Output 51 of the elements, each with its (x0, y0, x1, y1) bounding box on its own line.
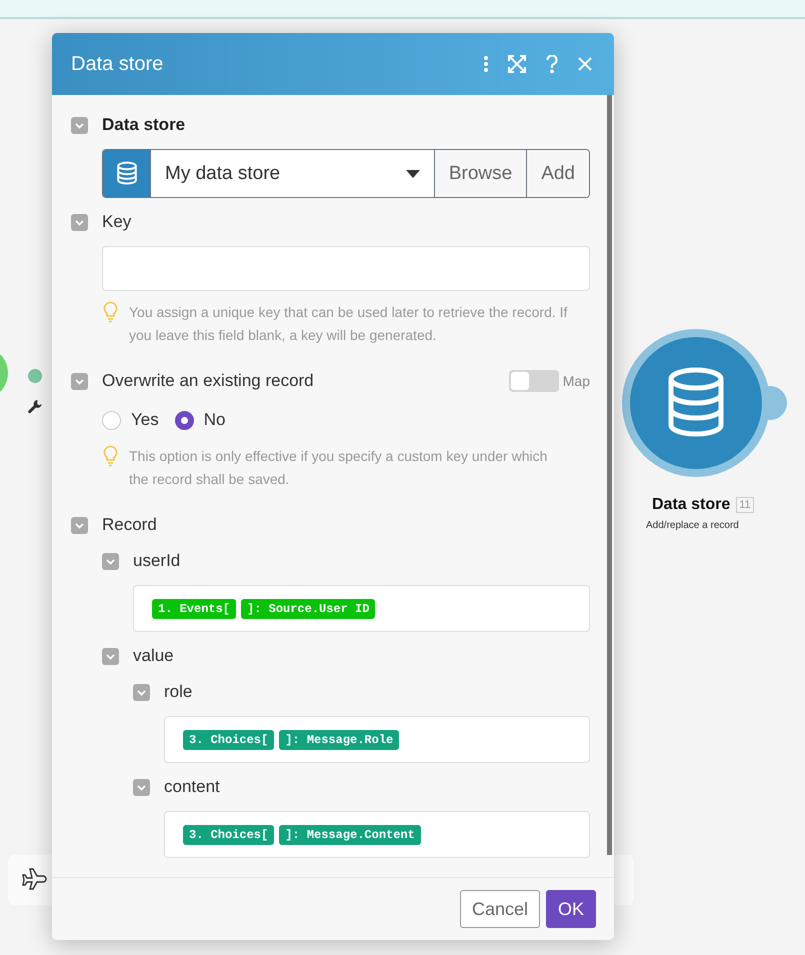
collapse-toggle[interactable] (102, 648, 119, 664)
collapse-toggle[interactable] (71, 372, 88, 390)
collapse-toggle[interactable] (133, 684, 150, 700)
field-label: Key (102, 212, 132, 232)
radio-option[interactable]: No (174, 410, 226, 430)
field-label: Record (102, 515, 157, 535)
mapped-value-pill: 3. Choices[ (183, 824, 274, 844)
database-icon (116, 161, 138, 186)
select-action-button[interactable]: Add (526, 150, 589, 197)
help-icon[interactable] (546, 55, 558, 73)
mapped-value-pill: ]: Message.Content (279, 824, 421, 844)
more-options-icon[interactable] (484, 56, 488, 72)
cancel-button[interactable]: Cancel (460, 890, 540, 928)
module-id-badge: 11 (736, 497, 754, 513)
module-title: Data store (652, 496, 730, 514)
mapped-value-pill: ]: Source.User ID (241, 598, 376, 618)
key-input[interactable] (102, 246, 590, 291)
map-toggle[interactable] (508, 370, 559, 392)
field-label: value (133, 646, 174, 666)
module-subtitle: Add/replace a record (646, 520, 739, 531)
select-action-button[interactable]: Browse (434, 150, 526, 197)
mapped-value-pill: 3. Choices[ (183, 730, 274, 750)
radio-option[interactable]: Yes (102, 410, 159, 430)
collapse-toggle[interactable] (71, 116, 88, 134)
connection-dot[interactable] (28, 369, 42, 383)
lightbulb-icon (102, 445, 119, 467)
hint-text: You assign a unique key that can be used later to retrieve the record. If you leave this field blank, a key will be generated. (129, 303, 568, 345)
mapping-field[interactable]: 3. Choices[ ]: Message.Role (164, 716, 590, 763)
expand-icon[interactable] (508, 55, 526, 73)
mapped-value-pill: ]: Message.Role (279, 730, 400, 750)
field-label: role (164, 682, 192, 702)
collapse-toggle[interactable] (102, 552, 119, 570)
field-label: Data store (102, 115, 186, 135)
field-label: userId (133, 551, 180, 571)
wrench-icon[interactable] (27, 399, 43, 415)
hint-text: This option is only effective if you specify a custom key under which the record shall be saved. (129, 447, 548, 489)
dropdown-caret-icon (406, 170, 420, 178)
lightbulb-icon (102, 301, 119, 323)
dialog-title: Data store (71, 52, 164, 76)
collapse-toggle[interactable] (71, 516, 88, 534)
collapse-toggle[interactable] (71, 214, 88, 230)
airplane-icon[interactable] (21, 867, 47, 891)
field-label: content (164, 777, 220, 797)
ok-button[interactable]: OK (546, 890, 596, 928)
collapse-toggle[interactable] (133, 778, 150, 796)
map-label: Map (562, 373, 590, 389)
field-label: Overwrite an existing record (102, 371, 314, 391)
mapping-field[interactable]: 3. Choices[ ]: Message.Content (164, 811, 590, 858)
close-icon[interactable] (578, 57, 592, 71)
scrollbar[interactable] (607, 95, 612, 855)
mapped-value-pill: 1. Events[ (152, 598, 236, 618)
